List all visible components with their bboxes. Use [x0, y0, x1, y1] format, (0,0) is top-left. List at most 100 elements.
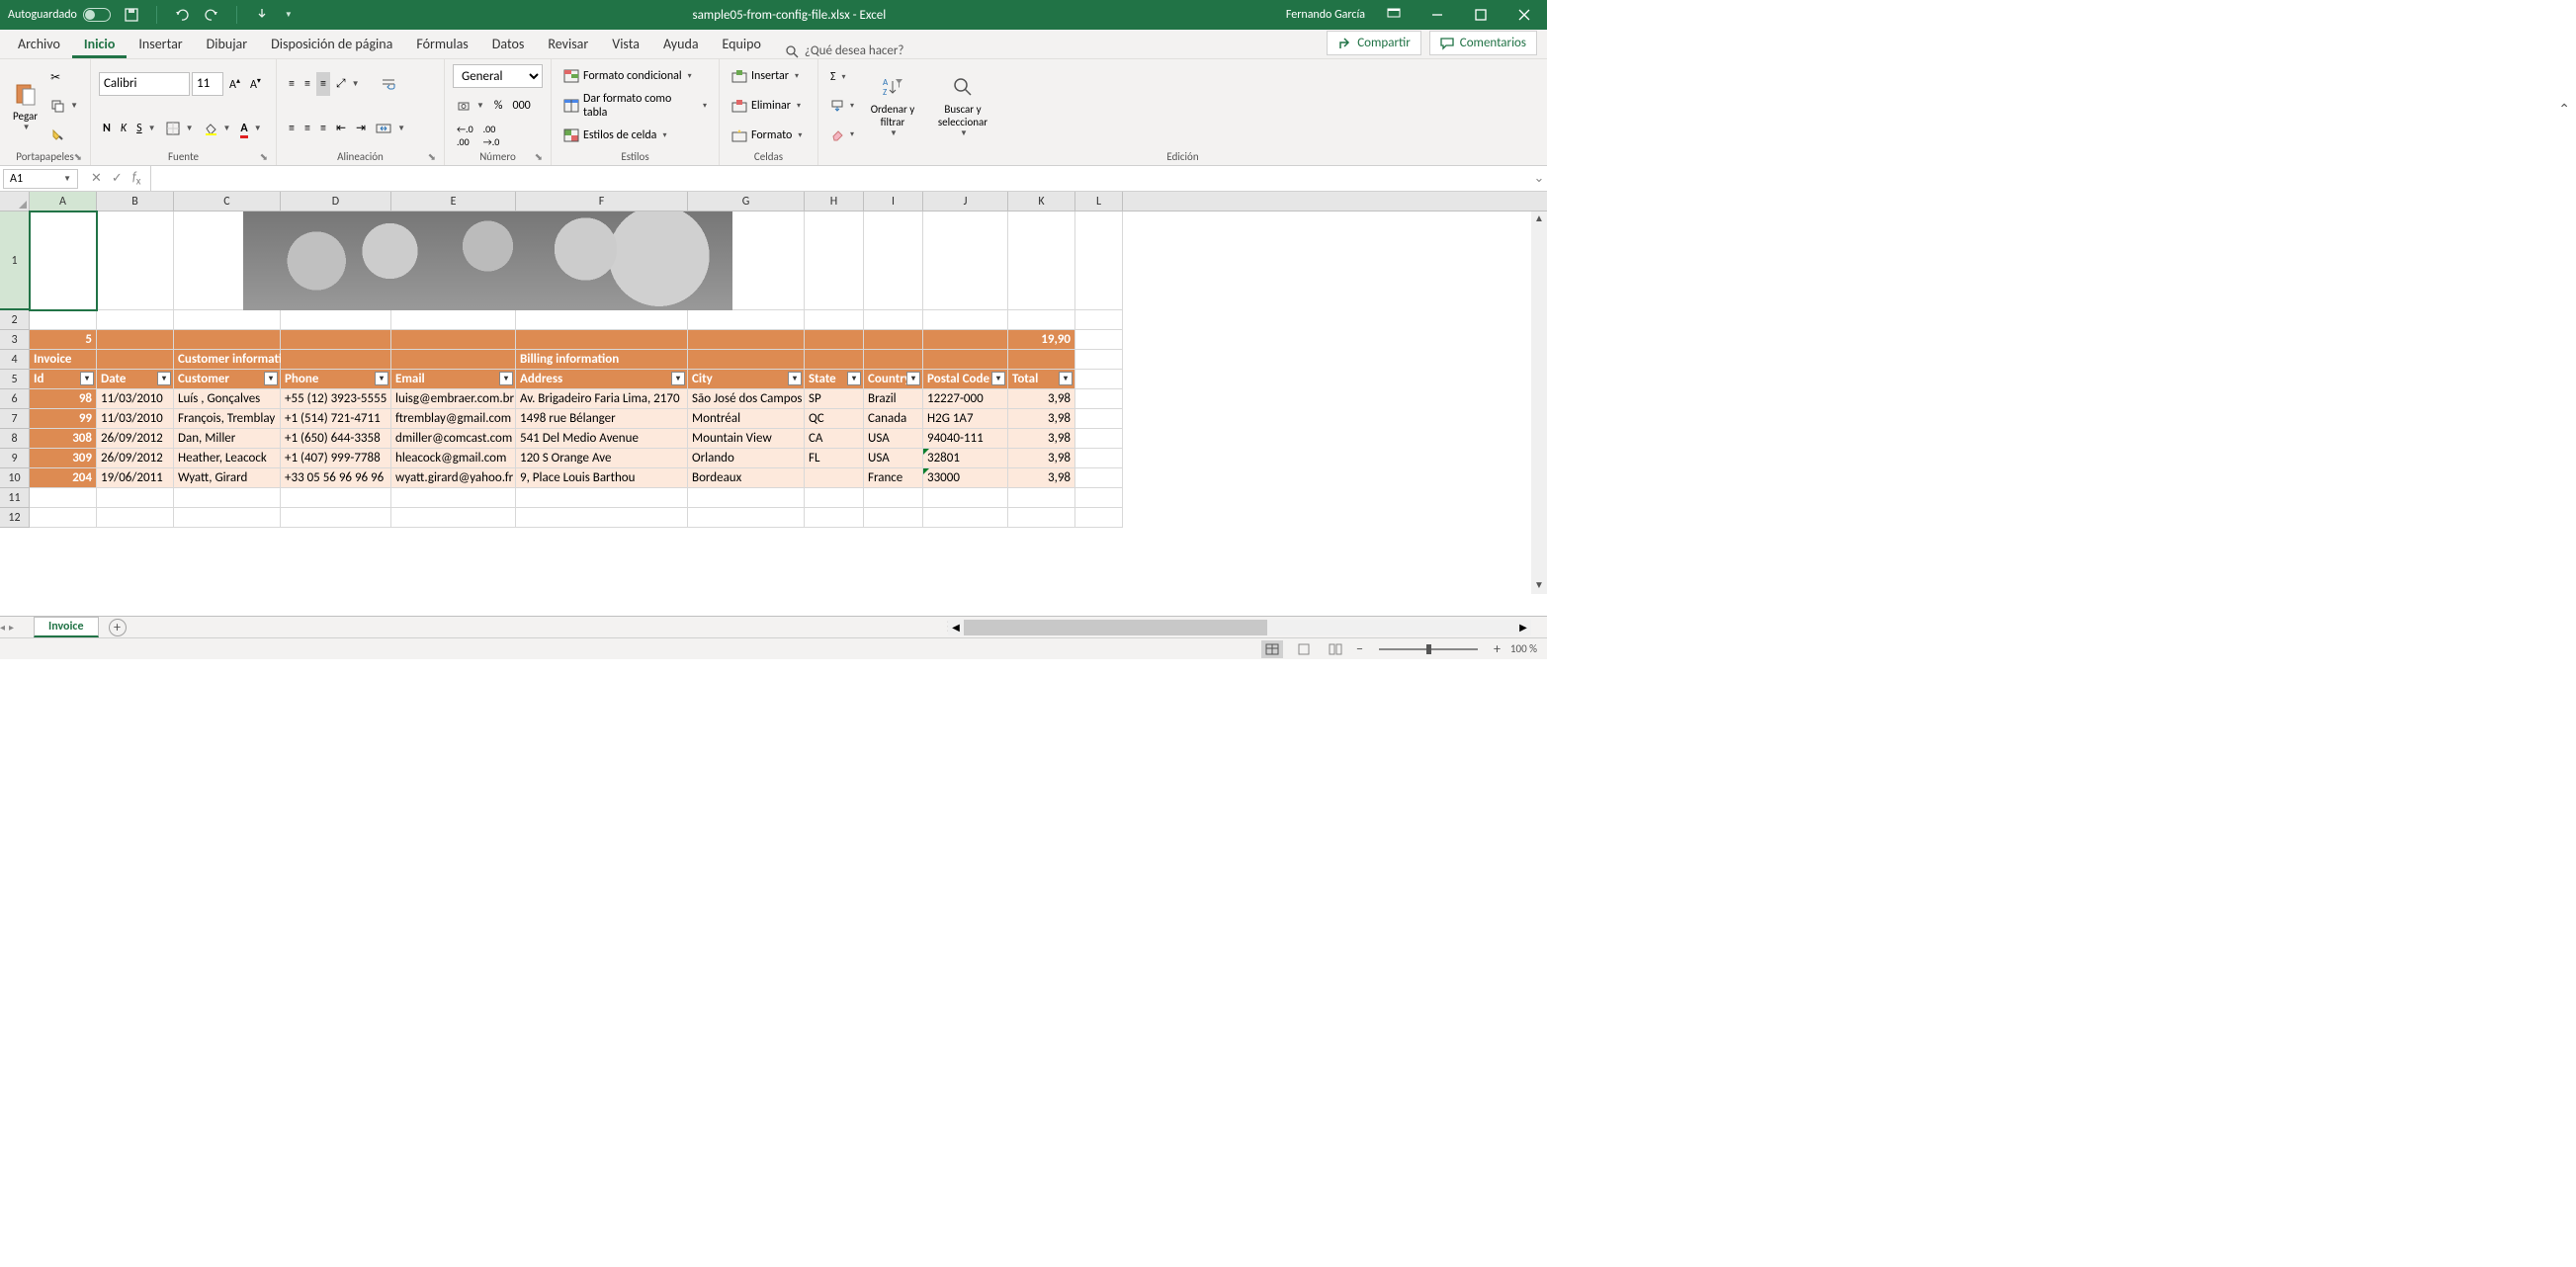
cell[interactable]: 3,98	[1008, 429, 1075, 449]
filter-dropdown-icon[interactable]: ▾	[264, 372, 278, 385]
cell[interactable]: +1 (514) 721-4711	[281, 409, 391, 429]
tab-revisar[interactable]: Revisar	[536, 30, 600, 58]
currency-button[interactable]: ▼	[453, 94, 488, 118]
font-size-input[interactable]	[192, 72, 223, 96]
column-header[interactable]: G	[688, 192, 805, 211]
row-header[interactable]: 9	[0, 449, 30, 468]
zoom-in-button[interactable]: +	[1494, 640, 1501, 657]
user-name[interactable]: Fernando García	[1286, 8, 1365, 22]
format-painter-button[interactable]	[46, 123, 82, 146]
cell[interactable]	[516, 508, 688, 528]
cell[interactable]: Orlando	[688, 449, 805, 468]
share-button[interactable]: Compartir	[1327, 31, 1421, 55]
cell[interactable]	[1075, 350, 1123, 370]
close-icon[interactable]	[1509, 0, 1539, 30]
cell[interactable]	[923, 350, 1008, 370]
percent-button[interactable]: %	[490, 94, 507, 118]
decrease-indent-button[interactable]: ⇤	[332, 117, 350, 140]
cell[interactable]: 19/06/2011	[97, 468, 174, 488]
row-header[interactable]: 4	[0, 350, 30, 370]
cell[interactable]	[688, 330, 805, 350]
table-header[interactable]: Address▾	[516, 370, 688, 389]
column-header[interactable]: B	[97, 192, 174, 211]
cell[interactable]: 309	[30, 449, 97, 468]
cell[interactable]	[281, 350, 391, 370]
paste-button[interactable]: Pegar ▼	[8, 63, 43, 148]
row-header[interactable]: 1	[0, 211, 30, 310]
row-header[interactable]: 12	[0, 508, 30, 528]
cell[interactable]: SP	[805, 389, 864, 409]
cell[interactable]: 99	[30, 409, 97, 429]
cell[interactable]	[391, 488, 516, 508]
cell[interactable]: Dan, Miller	[174, 429, 281, 449]
normal-view-icon[interactable]	[1261, 640, 1283, 658]
comments-button[interactable]: Comentarios	[1429, 31, 1537, 55]
cell[interactable]: Heather, Leacock	[174, 449, 281, 468]
table-header[interactable]: Date▾	[97, 370, 174, 389]
cell[interactable]	[391, 508, 516, 528]
cell[interactable]: 32801	[923, 449, 1008, 468]
filter-dropdown-icon[interactable]: ▾	[499, 372, 513, 385]
filter-dropdown-icon[interactable]: ▾	[157, 372, 171, 385]
cell[interactable]	[1075, 330, 1123, 350]
bold-button[interactable]: N	[99, 117, 115, 140]
cell[interactable]: François, Tremblay	[174, 409, 281, 429]
cell[interactable]: CA	[805, 429, 864, 449]
cell[interactable]: Billing information	[516, 350, 688, 370]
tab-datos[interactable]: Datos	[480, 30, 537, 58]
formula-input[interactable]	[151, 169, 1531, 188]
cell[interactable]	[30, 508, 97, 528]
align-left-button[interactable]: ≡	[285, 117, 299, 140]
format-table-button[interactable]: Dar formato como tabla▾	[559, 94, 711, 118]
tab-disposicion[interactable]: Disposición de página	[259, 30, 404, 58]
cell[interactable]: H2G 1A7	[923, 409, 1008, 429]
fill-color-button[interactable]: ▼	[200, 117, 235, 140]
italic-button[interactable]: K	[117, 117, 130, 140]
cell[interactable]: Bordeaux	[688, 468, 805, 488]
number-format-select[interactable]: General	[453, 64, 543, 88]
cell[interactable]: France	[864, 468, 923, 488]
sheet-next-icon[interactable]: ▸	[9, 621, 14, 634]
find-select-button[interactable]: Buscar y seleccionar▼	[927, 63, 998, 148]
cell[interactable]	[864, 330, 923, 350]
cell[interactable]	[516, 330, 688, 350]
cell[interactable]	[174, 330, 281, 350]
cell[interactable]	[1075, 211, 1123, 310]
cell[interactable]	[281, 488, 391, 508]
filter-dropdown-icon[interactable]: ▾	[671, 372, 685, 385]
row-header[interactable]: 3	[0, 330, 30, 350]
alignment-launcher-icon[interactable]: ⬊	[428, 150, 436, 163]
cell[interactable]: luisg@embraer.com.br	[391, 389, 516, 409]
cell[interactable]	[805, 350, 864, 370]
column-header[interactable]: I	[864, 192, 923, 211]
maximize-icon[interactable]	[1466, 0, 1496, 30]
cell[interactable]	[30, 488, 97, 508]
filter-dropdown-icon[interactable]: ▾	[906, 372, 920, 385]
cell[interactable]: Av. Brigadeiro Faria Lima, 2170	[516, 389, 688, 409]
cell[interactable]	[174, 488, 281, 508]
merge-button[interactable]: ▼	[372, 117, 409, 140]
cell[interactable]	[864, 211, 923, 310]
cell[interactable]	[97, 508, 174, 528]
table-header[interactable]: Email▾	[391, 370, 516, 389]
tab-dibujar[interactable]: Dibujar	[195, 30, 259, 58]
cell[interactable]	[516, 310, 688, 330]
cell[interactable]	[174, 508, 281, 528]
number-launcher-icon[interactable]: ⬊	[535, 150, 543, 163]
filter-dropdown-icon[interactable]: ▾	[788, 372, 802, 385]
align-middle-button[interactable]: ≡	[301, 72, 314, 96]
cell[interactable]	[688, 310, 805, 330]
tab-vista[interactable]: Vista	[600, 30, 651, 58]
cell[interactable]: +1 (650) 644-3358	[281, 429, 391, 449]
cell[interactable]: 3,98	[1008, 409, 1075, 429]
column-header[interactable]: J	[923, 192, 1008, 211]
cell[interactable]	[1075, 310, 1123, 330]
cell[interactable]	[688, 350, 805, 370]
cell[interactable]	[1008, 508, 1075, 528]
table-header[interactable]: Country▾	[864, 370, 923, 389]
cell[interactable]	[864, 508, 923, 528]
cell[interactable]	[805, 488, 864, 508]
cell[interactable]	[688, 488, 805, 508]
cell[interactable]: Brazil	[864, 389, 923, 409]
column-header[interactable]: H	[805, 192, 864, 211]
